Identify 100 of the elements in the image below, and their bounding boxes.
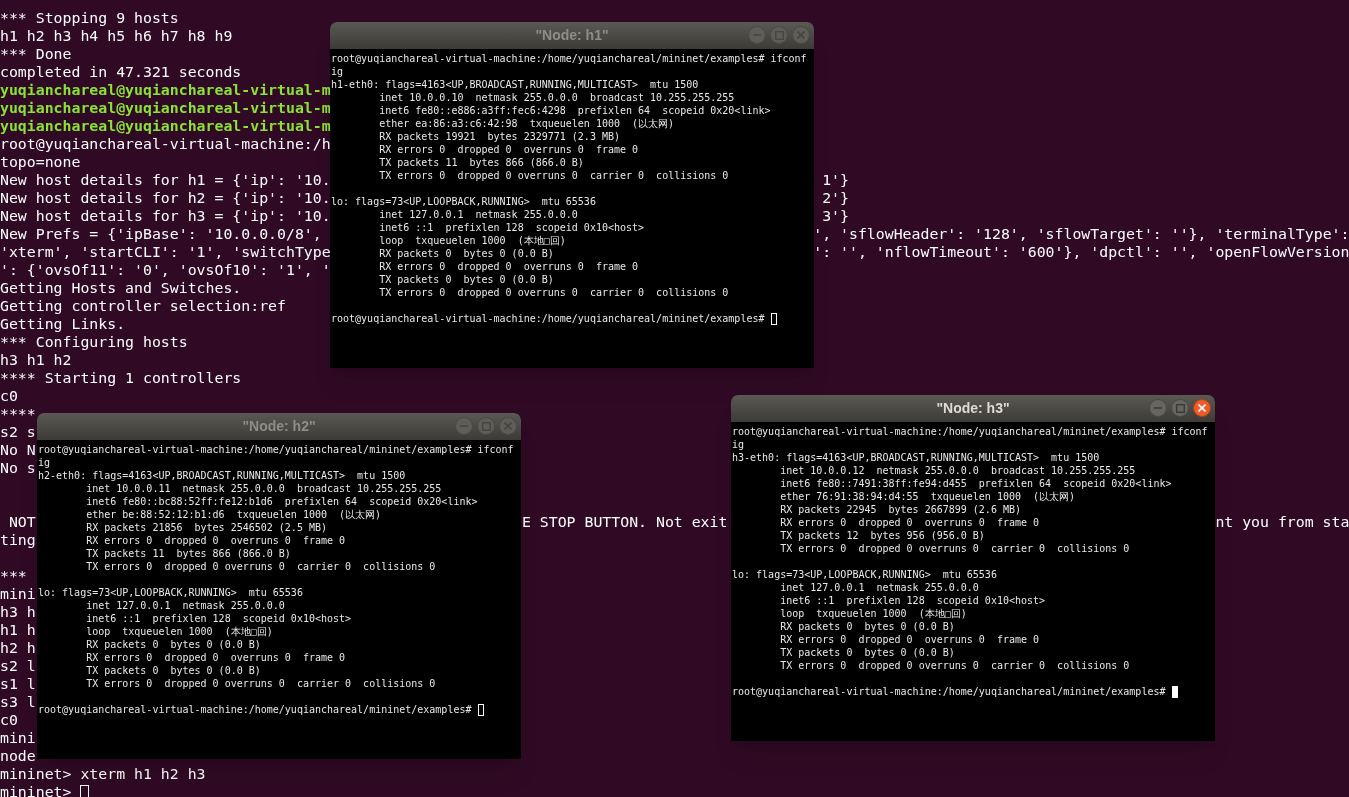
terminal-text: 1'} [822,171,849,189]
terminal-text: *** Configuring hosts [0,333,188,351]
terminal-text: s1 l [0,675,36,693]
terminal-line: RX packets 0 bytes 0 (0.0 B) [779,621,955,632]
terminal-line: TX errors 0 dropped 0 overruns 0 carrier 0 collisions 0 [779,660,1130,671]
terminal-text: E STOP BUTTON. Not exit [521,513,728,531]
terminal-line: inet 127.0.0.1 netmask 255.0.0.0 [779,582,979,593]
terminal-line: TX packets 0 bytes 0 (0.0 B) [85,665,261,676]
terminal-line: TX errors 0 dropped 0 overruns 0 carrier 0 collisions 0 [378,170,729,181]
terminal-text: s2 l [0,657,36,675]
terminal-line: TX errors 0 dropped 0 overruns 0 carrier 0 collisions 0 [779,543,1130,554]
terminal-line: inet6 ::1 prefixlen 128 scopeid 0x10<host> [779,595,1046,606]
terminal-text: ': '', 'nflowTimeout': '600'}, 'dpctl': '', 'openFlowVersion [813,243,1349,261]
terminal-line: inet6 fe80::e886:a3ff:fec6:4298 prefixlen 64 scopeid 0x20<link> [378,105,771,116]
close-button[interactable] [1193,399,1211,417]
terminal-line: lo: flags=73<UP,LOOPBACK,RUNNING> mtu 65536 [331,196,596,207]
maximize-icon [1175,403,1185,413]
terminal-line: root@yuqianchareal-virtual-machine:/home/yuqianchareal/mininet/examples# ifconf [732,426,1208,437]
minimize-icon [1154,407,1162,409]
terminal-text: h3 h1 h2 [0,351,72,369]
terminal-line: lo: flags=73<UP,LOOPBACK,RUNNING> mtu 65536 [38,587,303,598]
terminal-text: topo=none [0,153,81,171]
terminal-text: *** [0,567,27,585]
title-bar[interactable]: "Node: h2" [37,413,521,440]
terminal-text: 'xterm', 'startCLI': '1', 'switchType [0,243,331,261]
minimize-button[interactable] [748,26,766,44]
terminal-line: RX errors 0 dropped 0 overruns 0 frame 0 [779,634,1040,645]
terminal-line: RX packets 0 bytes 0 (0.0 B) [378,248,554,259]
terminal-text: c0 [0,387,18,405]
terminal-text: New host details for h2 = {'ip': '10. [0,189,331,207]
terminal-line: loop txqueuelen 1000 (本地□回) [85,626,273,637]
terminal-text: *** Done [0,45,72,63]
close-icon [1198,404,1206,412]
window-title: "Node: h1" [535,26,609,45]
terminal-text: No N [0,441,36,459]
maximize-button[interactable] [770,26,788,44]
terminal-text: h1 h [0,621,36,639]
terminal-text: s3 l [0,693,36,711]
terminal-text: h2 h [0,639,36,657]
maximize-icon [774,30,784,40]
terminal-text: NOT [7,513,36,531]
terminal-line: TX packets 11 bytes 866 (866.0 B) [378,157,584,168]
terminal-line: TX errors 0 dropped 0 overruns 0 carrier 0 collisions 0 [85,561,436,572]
terminal-text: 2'} [822,189,849,207]
terminal-line: inet 127.0.0.1 netmask 255.0.0.0 [378,209,578,220]
terminal-line: RX errors 0 dropped 0 overruns 0 frame 0 [85,652,346,663]
terminal-line: RX packets 22945 bytes 2667899 (2.6 MB) [779,504,1021,515]
terminal-line: ig [331,66,344,77]
terminal-text: mini [0,729,36,747]
terminal-line: RX packets 19921 bytes 2329771 (2.3 MB) [378,131,620,142]
terminal-text: node [0,747,36,765]
terminal-text: ': {'ovsOf11': '0', 'ovsOf10': '1', ' [0,261,331,279]
terminal-line: inet 10.0.0.12 netmask 255.0.0.0 broadcast 10.255.255.255 [779,465,1136,476]
terminal-line: lo: flags=73<UP,LOOPBACK,RUNNING> mtu 65536 [732,569,997,580]
terminal-text: s2 s [0,423,36,441]
terminal-text: mini [0,585,36,603]
terminal-line: ether ea:86:a3:c6:42:98 txqueuelen 1000 (以太网) [378,118,675,129]
terminal-text: c0 [0,711,18,729]
close-icon [504,422,512,430]
maximize-button[interactable] [477,417,495,435]
terminal-line: root@yuqianchareal-virtual-machine:/home/yuqianchareal/mininet/examples# [732,686,1167,697]
terminal-line: inet 10.0.0.10 netmask 255.0.0.0 broadcast 10.255.255.255 [378,92,735,103]
terminal-line: RX errors 0 dropped 0 overruns 0 frame 0 [378,261,639,272]
terminal-line: TX errors 0 dropped 0 overruns 0 carrier 0 collisions 0 [378,287,729,298]
terminal-line: inet 10.0.0.11 netmask 255.0.0.0 broadcast 10.255.255.255 [85,483,442,494]
title-bar[interactable]: "Node: h1" [330,22,814,49]
terminal-line: TX packets 12 bytes 956 (956.0 B) [779,530,985,541]
terminal-line: loop txqueuelen 1000 (本地□回) [378,235,566,246]
minimize-button[interactable] [1149,399,1167,417]
terminal-line: RX packets 21856 bytes 2546502 (2.5 MB) [85,522,327,533]
terminal-text: h3 h [0,603,36,621]
terminal-text: h1 h2 h3 h4 h5 h6 h7 h8 h9 [0,27,233,45]
terminal-line: loop txqueuelen 1000 (本地□回) [779,608,967,619]
terminal-text: Getting controller selection:ref [0,297,286,315]
terminal-text: 3'} [822,207,849,225]
terminal-text: nt you from sta [1215,513,1349,531]
terminal-line: inet6 fe80::bc88:52ff:fe12:b1d6 prefixlen 64 scopeid 0x20<link> [85,496,478,507]
terminal-line: inet6 ::1 prefixlen 128 scopeid 0x10<host> [378,222,645,233]
window-title: "Node: h2" [242,417,316,436]
terminal-line: ether be:88:52:12:b1:d6 txqueuelen 1000 (以太网) [85,509,382,520]
terminal-text: Getting Hosts and Switches. [0,279,242,297]
window-title: "Node: h3" [936,399,1010,418]
terminal-text: yuqianchareal@yuqianchareal-virtual-m [0,99,331,117]
terminal-line: inet 127.0.0.1 netmask 255.0.0.0 [85,600,285,611]
terminal-text: root@yuqianchareal-virtual-machine:/h [0,135,331,153]
terminal-line: root@yuqianchareal-virtual-machine:/home/yuqianchareal/mininet/examples# ifconf [38,444,514,455]
maximize-icon [481,421,491,431]
terminal-line: inet6 fe80::7491:38ff:fe94:d455 prefixlen 64 scopeid 0x20<link> [779,478,1172,489]
terminal-text: No s [0,459,36,477]
terminal-text: New host details for h3 = {'ip': '10. [0,207,331,225]
terminal-text: *** Stopping 9 hosts [0,9,179,27]
terminal-line: h3-eth0: flags=4163<UP,BROADCAST,RUNNING,MULTICAST> mtu 1500 [732,452,1100,463]
terminal-text: yuqianchareal@yuqianchareal-virtual-m [0,117,331,135]
close-icon [797,31,805,39]
terminal-line: h2-eth0: flags=4163<UP,BROADCAST,RUNNING,MULTICAST> mtu 1500 [38,470,406,481]
terminal-line: RX packets 0 bytes 0 (0.0 B) [85,639,261,650]
terminal-line: ig [732,439,745,450]
minimize-button[interactable] [455,417,473,435]
terminal-text: New host details for h1 = {'ip': '10. [0,171,331,189]
title-bar[interactable]: "Node: h3" [731,395,1215,422]
